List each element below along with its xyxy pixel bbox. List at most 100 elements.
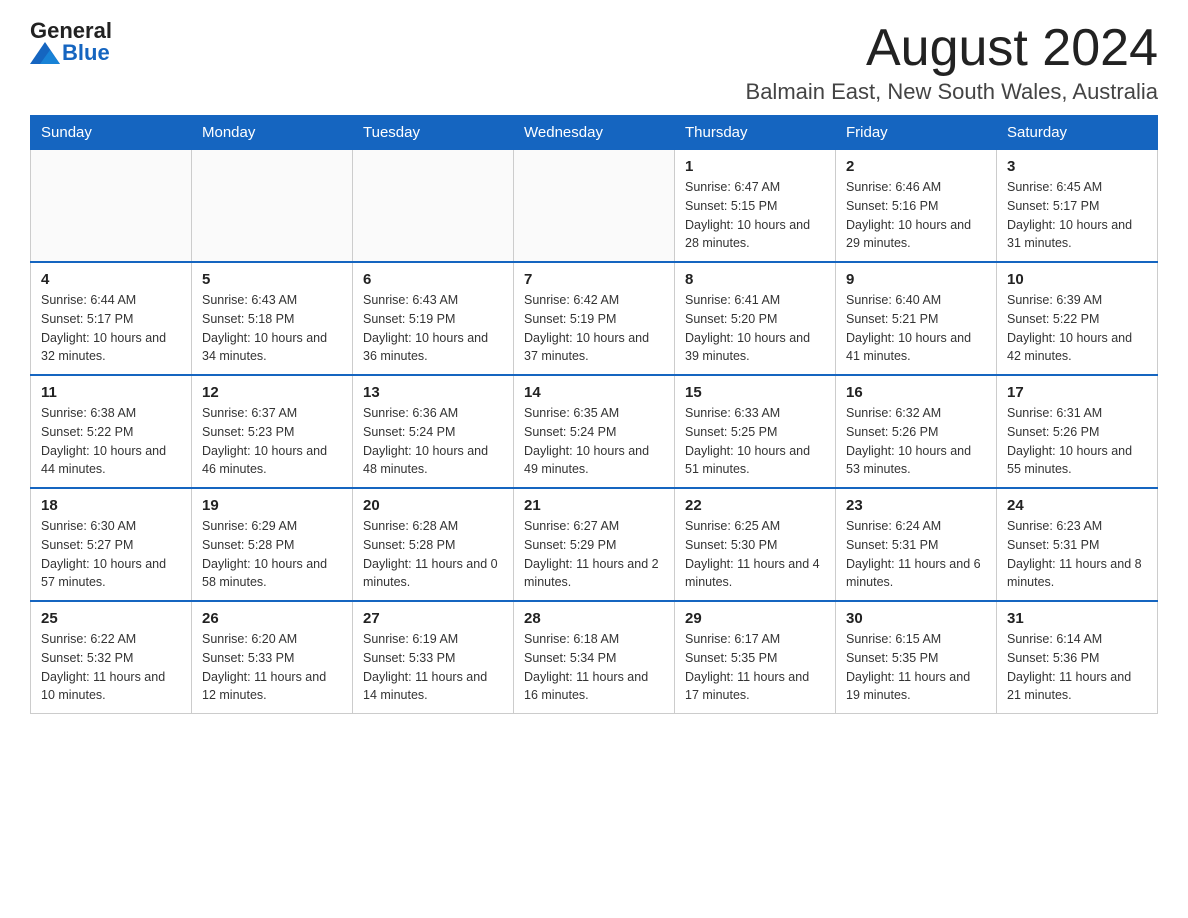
calendar-cell	[514, 150, 675, 263]
day-number: 28	[524, 610, 664, 627]
calendar-cell	[192, 150, 353, 263]
calendar-cell: 2Sunrise: 6:46 AM Sunset: 5:16 PM Daylig…	[836, 150, 997, 263]
day-number: 18	[41, 497, 181, 514]
logo-general: General	[30, 20, 112, 42]
day-number: 9	[846, 271, 986, 288]
day-info: Sunrise: 6:25 AM Sunset: 5:30 PM Dayligh…	[685, 517, 825, 592]
day-number: 23	[846, 497, 986, 514]
calendar-week-row: 18 Sunrise: 6:30 AM Sunset: 5:27 PM Dayli…	[31, 488, 1158, 601]
day-number: 20	[363, 497, 503, 514]
day-number: 30	[846, 610, 986, 627]
day-number: 21	[524, 497, 664, 514]
day-info: Sunrise: 6:30 AM Sunset: 5:27 PM Dayligh…	[41, 517, 181, 592]
calendar-week-row: 11 Sunrise: 6:38 AM Sunset: 5:22 PM Dayli…	[31, 375, 1158, 488]
logo: General Blue	[30, 20, 112, 64]
day-number: 22	[685, 497, 825, 514]
day-number: 25	[41, 610, 181, 627]
day-info: Sunrise: 6:27 AM Sunset: 5:29 PM Dayligh…	[524, 517, 664, 592]
day-info: Sunrise: 6:32 AM Sunset: 5:26 PM Dayligh…	[846, 404, 986, 479]
day-number: 1	[685, 158, 825, 175]
day-info: Sunrise: 6:44 AM Sunset: 5:17 PM Dayligh…	[41, 291, 181, 366]
day-info: Sunrise: 6:43 AM Sunset: 5:18 PM Dayligh…	[202, 291, 342, 366]
day-info: Sunrise: 6:41 AM Sunset: 5:20 PM Dayligh…	[685, 291, 825, 366]
day-number: 31	[1007, 610, 1147, 627]
col-header-tuesday: Tuesday	[353, 116, 514, 150]
col-header-friday: Friday	[836, 116, 997, 150]
calendar-header-row: SundayMondayTuesdayWednesdayThursdayFrid…	[31, 116, 1158, 150]
logo-blue: Blue	[62, 42, 110, 64]
calendar-cell: 15 Sunrise: 6:33 AM Sunset: 5:25 PM Dayli…	[675, 375, 836, 488]
day-info: Sunrise: 6:33 AM Sunset: 5:25 PM Dayligh…	[685, 404, 825, 479]
page-header: General Blue August 2024 Balmain East, N…	[30, 20, 1158, 105]
calendar-cell: 20 Sunrise: 6:28 AM Sunset: 5:28 PM Dayli…	[353, 488, 514, 601]
month-title: August 2024	[746, 20, 1158, 77]
day-number: 10	[1007, 271, 1147, 288]
day-info: Sunrise: 6:46 AM Sunset: 5:16 PM Dayligh…	[846, 178, 986, 253]
calendar-cell	[353, 150, 514, 263]
day-info: Sunrise: 6:47 AM Sunset: 5:15 PM Dayligh…	[685, 178, 825, 253]
calendar-cell: 19 Sunrise: 6:29 AM Sunset: 5:28 PM Dayli…	[192, 488, 353, 601]
calendar-cell: 6 Sunrise: 6:43 AM Sunset: 5:19 PM Daylig…	[353, 262, 514, 375]
day-number: 8	[685, 271, 825, 288]
calendar-table: SundayMondayTuesdayWednesdayThursdayFrid…	[30, 115, 1158, 714]
day-info: Sunrise: 6:37 AM Sunset: 5:23 PM Dayligh…	[202, 404, 342, 479]
calendar-cell: 28 Sunrise: 6:18 AM Sunset: 5:34 PM Dayli…	[514, 601, 675, 714]
location-title: Balmain East, New South Wales, Australia	[746, 79, 1158, 105]
day-number: 13	[363, 384, 503, 401]
day-info: Sunrise: 6:29 AM Sunset: 5:28 PM Dayligh…	[202, 517, 342, 592]
day-number: 19	[202, 497, 342, 514]
day-info: Sunrise: 6:14 AM Sunset: 5:36 PM Dayligh…	[1007, 630, 1147, 705]
calendar-cell: 27Sunrise: 6:19 AM Sunset: 5:33 PM Dayli…	[353, 601, 514, 714]
day-number: 24	[1007, 497, 1147, 514]
calendar-week-row: 25 Sunrise: 6:22 AM Sunset: 5:32 PM Dayli…	[31, 601, 1158, 714]
day-info: Sunrise: 6:35 AM Sunset: 5:24 PM Dayligh…	[524, 404, 664, 479]
day-number: 27	[363, 610, 503, 627]
day-info: Sunrise: 6:28 AM Sunset: 5:28 PM Dayligh…	[363, 517, 503, 592]
calendar-cell: 3 Sunrise: 6:45 AM Sunset: 5:17 PM Daylig…	[997, 150, 1158, 263]
day-number: 29	[685, 610, 825, 627]
day-info: Sunrise: 6:17 AM Sunset: 5:35 PM Dayligh…	[685, 630, 825, 705]
day-number: 6	[363, 271, 503, 288]
day-info: Sunrise: 6:23 AM Sunset: 5:31 PM Dayligh…	[1007, 517, 1147, 592]
calendar-cell: 5 Sunrise: 6:43 AM Sunset: 5:18 PM Daylig…	[192, 262, 353, 375]
day-number: 17	[1007, 384, 1147, 401]
calendar-cell: 24 Sunrise: 6:23 AM Sunset: 5:31 PM Dayli…	[997, 488, 1158, 601]
calendar-cell: 11 Sunrise: 6:38 AM Sunset: 5:22 PM Dayli…	[31, 375, 192, 488]
day-info: Sunrise: 6:20 AM Sunset: 5:33 PM Dayligh…	[202, 630, 342, 705]
title-block: August 2024 Balmain East, New South Wale…	[746, 20, 1158, 105]
calendar-cell: 21 Sunrise: 6:27 AM Sunset: 5:29 PM Dayli…	[514, 488, 675, 601]
logo-icon	[30, 42, 60, 64]
day-number: 12	[202, 384, 342, 401]
day-info: Sunrise: 6:38 AM Sunset: 5:22 PM Dayligh…	[41, 404, 181, 479]
day-number: 3	[1007, 158, 1147, 175]
col-header-wednesday: Wednesday	[514, 116, 675, 150]
calendar-cell: 29 Sunrise: 6:17 AM Sunset: 5:35 PM Dayli…	[675, 601, 836, 714]
calendar-cell: 16Sunrise: 6:32 AM Sunset: 5:26 PM Dayli…	[836, 375, 997, 488]
day-info: Sunrise: 6:39 AM Sunset: 5:22 PM Dayligh…	[1007, 291, 1147, 366]
day-number: 14	[524, 384, 664, 401]
day-number: 7	[524, 271, 664, 288]
day-info: Sunrise: 6:31 AM Sunset: 5:26 PM Dayligh…	[1007, 404, 1147, 479]
calendar-cell: 7 Sunrise: 6:42 AM Sunset: 5:19 PM Daylig…	[514, 262, 675, 375]
day-info: Sunrise: 6:18 AM Sunset: 5:34 PM Dayligh…	[524, 630, 664, 705]
day-info: Sunrise: 6:43 AM Sunset: 5:19 PM Dayligh…	[363, 291, 503, 366]
day-info: Sunrise: 6:22 AM Sunset: 5:32 PM Dayligh…	[41, 630, 181, 705]
calendar-cell: 25 Sunrise: 6:22 AM Sunset: 5:32 PM Dayli…	[31, 601, 192, 714]
col-header-saturday: Saturday	[997, 116, 1158, 150]
calendar-week-row: 4Sunrise: 6:44 AM Sunset: 5:17 PM Daylig…	[31, 262, 1158, 375]
day-info: Sunrise: 6:40 AM Sunset: 5:21 PM Dayligh…	[846, 291, 986, 366]
day-info: Sunrise: 6:45 AM Sunset: 5:17 PM Dayligh…	[1007, 178, 1147, 253]
calendar-cell: 31 Sunrise: 6:14 AM Sunset: 5:36 PM Dayli…	[997, 601, 1158, 714]
calendar-cell: 8 Sunrise: 6:41 AM Sunset: 5:20 PM Daylig…	[675, 262, 836, 375]
calendar-cell: 12 Sunrise: 6:37 AM Sunset: 5:23 PM Dayli…	[192, 375, 353, 488]
calendar-cell: 1 Sunrise: 6:47 AM Sunset: 5:15 PM Daylig…	[675, 150, 836, 263]
calendar-cell: 23 Sunrise: 6:24 AM Sunset: 5:31 PM Dayli…	[836, 488, 997, 601]
day-number: 26	[202, 610, 342, 627]
day-number: 5	[202, 271, 342, 288]
day-number: 15	[685, 384, 825, 401]
calendar-cell: 26 Sunrise: 6:20 AM Sunset: 5:33 PM Dayli…	[192, 601, 353, 714]
day-info: Sunrise: 6:42 AM Sunset: 5:19 PM Dayligh…	[524, 291, 664, 366]
day-number: 11	[41, 384, 181, 401]
calendar-cell	[31, 150, 192, 263]
day-info: Sunrise: 6:24 AM Sunset: 5:31 PM Dayligh…	[846, 517, 986, 592]
